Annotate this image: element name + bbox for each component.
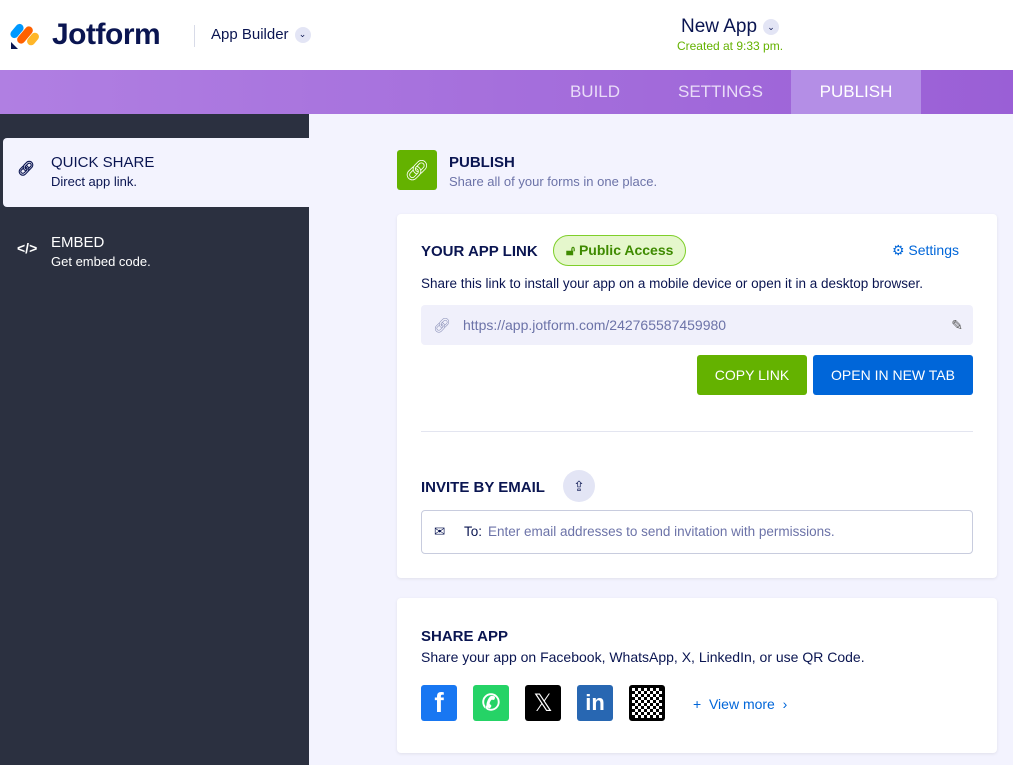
share-app-card: SHARE APP Share your app on Facebook, Wh…	[397, 598, 997, 753]
share-title: SHARE APP	[421, 628, 508, 645]
qr-code-icon[interactable]	[629, 685, 665, 721]
open-new-tab-button[interactable]: OPEN IN NEW TAB	[813, 355, 973, 395]
email-input[interactable]: ✉ To: Enter email addresses to send invit…	[421, 510, 973, 554]
section-subtitle: Share all of your forms in one place.	[449, 174, 658, 189]
publish-header: 🔗︎ PUBLISH Share all of your forms in one…	[397, 150, 657, 190]
app-title-dropdown[interactable]: New App ⌄	[680, 16, 780, 38]
link-icon: 🔗︎	[17, 160, 35, 176]
app-url: https://app.jotform.com/242765587459980	[463, 317, 727, 333]
tab-build[interactable]: BUILD	[540, 70, 650, 114]
app-title-area: New App ⌄ Created at 9:33 pm.	[620, 16, 840, 53]
facebook-icon[interactable]: f	[421, 685, 457, 721]
invite-title: INVITE BY EMAIL	[421, 479, 545, 496]
email-placeholder: Enter email addresses to send invitation…	[488, 524, 835, 539]
badge-label: Public Access	[578, 242, 674, 258]
app-url-field[interactable]: 🔗︎ https://app.jotform.com/2427655874599…	[421, 305, 973, 345]
tab-settings[interactable]: SETTINGS	[650, 70, 791, 114]
sidebar-item-embed[interactable]: </> EMBED Get embed code.	[3, 218, 309, 287]
chevron-down-icon: ⌄	[294, 26, 311, 43]
section-title: PUBLISH	[449, 154, 515, 171]
divider	[421, 431, 973, 432]
app-link-card: YOUR APP LINK 🔓︎ Public Access ⚙ Setting…	[397, 214, 997, 578]
divider	[194, 25, 195, 47]
app-link-title: YOUR APP LINK	[421, 243, 538, 260]
linkedin-icon[interactable]: in	[577, 685, 613, 721]
brand-name: Jotform	[52, 18, 161, 51]
public-access-badge[interactable]: 🔓︎ Public Access	[553, 235, 687, 266]
whatsapp-icon[interactable]: ✆	[473, 685, 509, 721]
jotform-logo[interactable]: Jotform	[10, 18, 161, 52]
to-label: To:	[464, 524, 483, 539]
settings-label: Settings	[908, 242, 959, 258]
share-desc: Share your app on Facebook, WhatsApp, X,…	[421, 649, 865, 665]
gear-icon: ⚙	[891, 242, 905, 258]
link-icon: 🔗︎	[433, 317, 451, 333]
sidebar-item-label: EMBED	[51, 234, 105, 251]
app-builder-dropdown[interactable]: App Builder ⌄	[211, 26, 311, 43]
sidebar: 🔗︎ QUICK SHARE Direct app link. </> EMBE…	[0, 114, 309, 765]
tab-publish[interactable]: PUBLISH	[791, 70, 921, 114]
app-title: New App	[680, 16, 758, 37]
view-more-link[interactable]: + View more ›	[693, 696, 787, 712]
sidebar-item-label: QUICK SHARE	[51, 154, 155, 171]
product-label: App Builder	[211, 26, 289, 43]
envelope-icon: ✉	[434, 524, 446, 539]
sidebar-item-quick-share[interactable]: 🔗︎ QUICK SHARE Direct app link.	[3, 138, 309, 207]
upload-icon[interactable]: ⇪	[563, 470, 595, 502]
pencil-icon[interactable]: ✎	[951, 305, 963, 345]
x-icon[interactable]: 𝕏	[525, 685, 561, 721]
chevron-down-icon: ⌄	[763, 19, 780, 35]
copy-link-button[interactable]: COPY LINK	[697, 355, 807, 395]
settings-link[interactable]: ⚙ Settings	[892, 242, 959, 259]
created-time: Created at 9:33 pm.	[676, 39, 784, 53]
link-icon: 🔗︎	[397, 150, 437, 190]
view-more-label: View more	[708, 696, 775, 712]
sidebar-item-desc: Direct app link.	[51, 174, 137, 189]
unlock-icon: 🔓︎	[566, 242, 576, 258]
header: Jotform App Builder ⌄ New App ⌄ Created at…	[0, 0, 1013, 70]
jotform-logo-icon	[10, 23, 39, 49]
code-icon: </>	[17, 240, 38, 256]
sidebar-item-desc: Get embed code.	[51, 254, 151, 269]
app-link-desc: Share this link to install your app on a…	[421, 276, 924, 291]
nav-bar: BUILD SETTINGS PUBLISH	[0, 70, 1013, 114]
